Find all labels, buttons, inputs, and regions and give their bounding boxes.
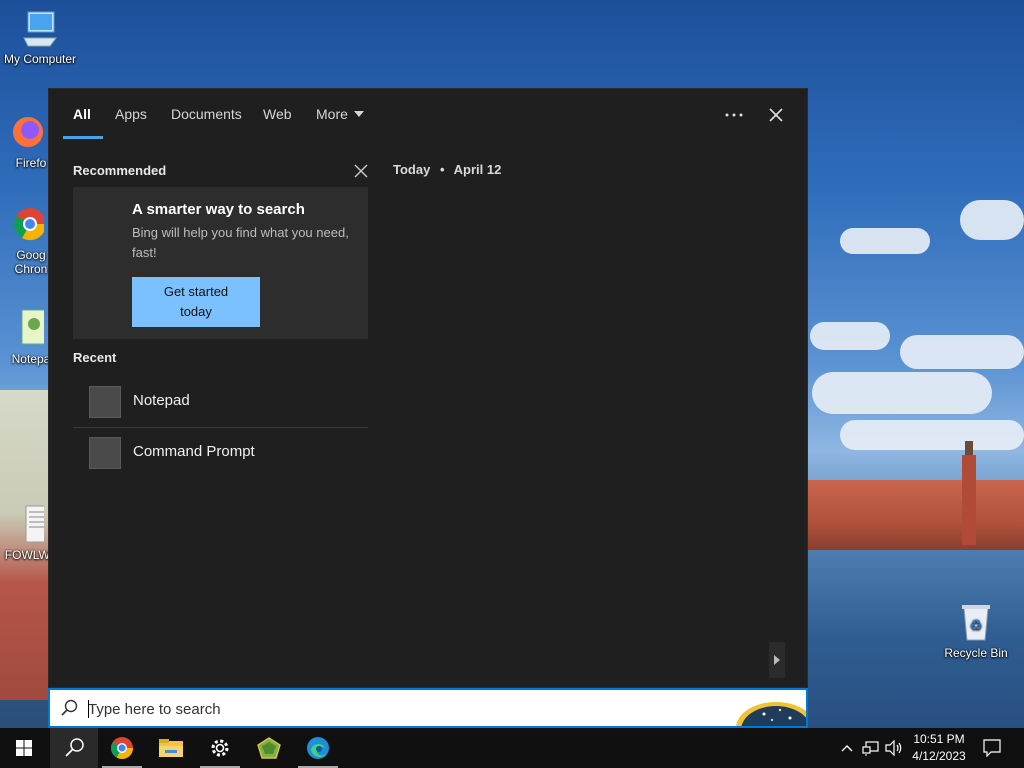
notepad-icon xyxy=(4,308,51,348)
more-options-button[interactable] xyxy=(719,101,749,129)
clock-time: 10:51 PM xyxy=(913,732,965,746)
chrome-icon xyxy=(111,737,133,759)
date-separator: • xyxy=(439,162,445,177)
start-button[interactable] xyxy=(0,728,48,768)
taskbar-edge[interactable] xyxy=(294,728,342,768)
tab-more[interactable]: More xyxy=(316,106,364,122)
close-search-button[interactable] xyxy=(761,101,791,129)
recent-item-label: Command Prompt xyxy=(133,443,255,460)
desktop-icon-label: My Computer xyxy=(3,52,77,66)
text-cursor xyxy=(88,700,89,718)
close-icon xyxy=(354,164,368,178)
taskbar-chrome[interactable] xyxy=(98,728,146,768)
tab-all[interactable]: All xyxy=(73,106,91,122)
bing-recommendation-card: A smarter way to search Bing will help y… xyxy=(73,187,368,339)
firefox-icon xyxy=(4,112,44,152)
desktop-icon-recycle-bin[interactable]: ♻ Recycle Bin xyxy=(936,602,1016,660)
search-highlight-image xyxy=(734,694,806,726)
card-description: Bing will help you find what you need, f… xyxy=(132,225,349,260)
tab-apps[interactable]: Apps xyxy=(115,106,147,122)
taskbar-settings[interactable] xyxy=(196,728,244,768)
network-icon xyxy=(862,741,879,756)
chevron-down-icon xyxy=(353,111,364,117)
tab-web[interactable]: Web xyxy=(263,106,292,122)
recycle-bin-icon: ♻ xyxy=(956,602,996,642)
clock-date: 4/12/2023 xyxy=(912,749,966,763)
taskbar-pinned-app[interactable] xyxy=(245,728,293,768)
get-started-button[interactable]: Get started today xyxy=(132,277,260,327)
chrome-icon xyxy=(4,204,47,244)
chevron-right-icon xyxy=(774,655,780,665)
cta-line-2: today xyxy=(180,304,212,319)
taskbar-search-button[interactable] xyxy=(50,728,98,768)
file-explorer-icon xyxy=(159,739,183,757)
action-center-button[interactable] xyxy=(982,738,1002,758)
cta-line-1: Get started xyxy=(163,284,229,299)
ellipsis-icon xyxy=(725,113,743,117)
search-input[interactable] xyxy=(88,698,728,720)
card-heading: A smarter way to search xyxy=(132,201,305,218)
document-icon xyxy=(4,504,51,544)
taskbar-clock[interactable]: 10:51 PM 4/12/2023 xyxy=(906,731,972,765)
app-icon xyxy=(257,737,281,759)
dismiss-recommended-button[interactable] xyxy=(351,161,371,181)
scroll-right-button[interactable] xyxy=(769,642,785,678)
recent-item-notepad[interactable]: Notepad xyxy=(73,377,368,427)
today-header: Today • April 12 xyxy=(393,162,501,177)
tab-more-label: More xyxy=(316,106,348,122)
volume-button[interactable] xyxy=(884,738,904,758)
desktop-icon-document[interactable]: FOWLW/ xyxy=(0,504,54,562)
search-box[interactable] xyxy=(48,688,808,728)
desktop-icon-my-computer[interactable]: My Computer xyxy=(0,8,80,66)
chevron-up-icon xyxy=(841,745,853,752)
active-tab-indicator xyxy=(63,136,103,139)
computer-icon xyxy=(20,8,60,48)
search-tabs: All Apps Documents Web More xyxy=(49,89,807,141)
speaker-icon xyxy=(885,740,902,756)
desktop-icon-notepad[interactable]: Notepa xyxy=(0,308,54,366)
desktop-icon-google-chrome[interactable]: Goog Chron xyxy=(0,204,54,276)
network-button[interactable] xyxy=(861,738,881,758)
notepad-app-icon xyxy=(89,386,121,418)
svg-text:♻: ♻ xyxy=(970,618,983,634)
desktop-icon-label: Recycle Bin xyxy=(944,646,1008,660)
today-date: April 12 xyxy=(453,162,502,177)
recommended-title: Recommended xyxy=(73,163,167,178)
start-icon xyxy=(16,740,32,756)
search-icon xyxy=(65,738,84,757)
tab-documents[interactable]: Documents xyxy=(171,106,242,122)
today-label: Today xyxy=(393,162,431,177)
settings-icon xyxy=(211,739,229,757)
recent-item-label: Notepad xyxy=(133,392,190,409)
close-icon xyxy=(769,108,783,122)
notification-icon xyxy=(983,739,1001,757)
recent-item-command-prompt[interactable]: Command Prompt xyxy=(73,428,368,478)
taskbar-file-explorer[interactable] xyxy=(147,728,195,768)
taskbar: 10:51 PM 4/12/2023 xyxy=(0,728,1024,768)
command-prompt-app-icon xyxy=(89,437,121,469)
desktop-icon-firefox[interactable]: Firefo xyxy=(0,112,54,170)
search-flyout: All Apps Documents Web More Recommended … xyxy=(48,88,808,688)
search-icon xyxy=(61,699,78,716)
recent-title: Recent xyxy=(73,350,117,365)
desktop-icon-label: FOWLW/ xyxy=(4,548,54,562)
edge-icon xyxy=(307,737,329,759)
show-hidden-icons-button[interactable] xyxy=(837,738,857,758)
